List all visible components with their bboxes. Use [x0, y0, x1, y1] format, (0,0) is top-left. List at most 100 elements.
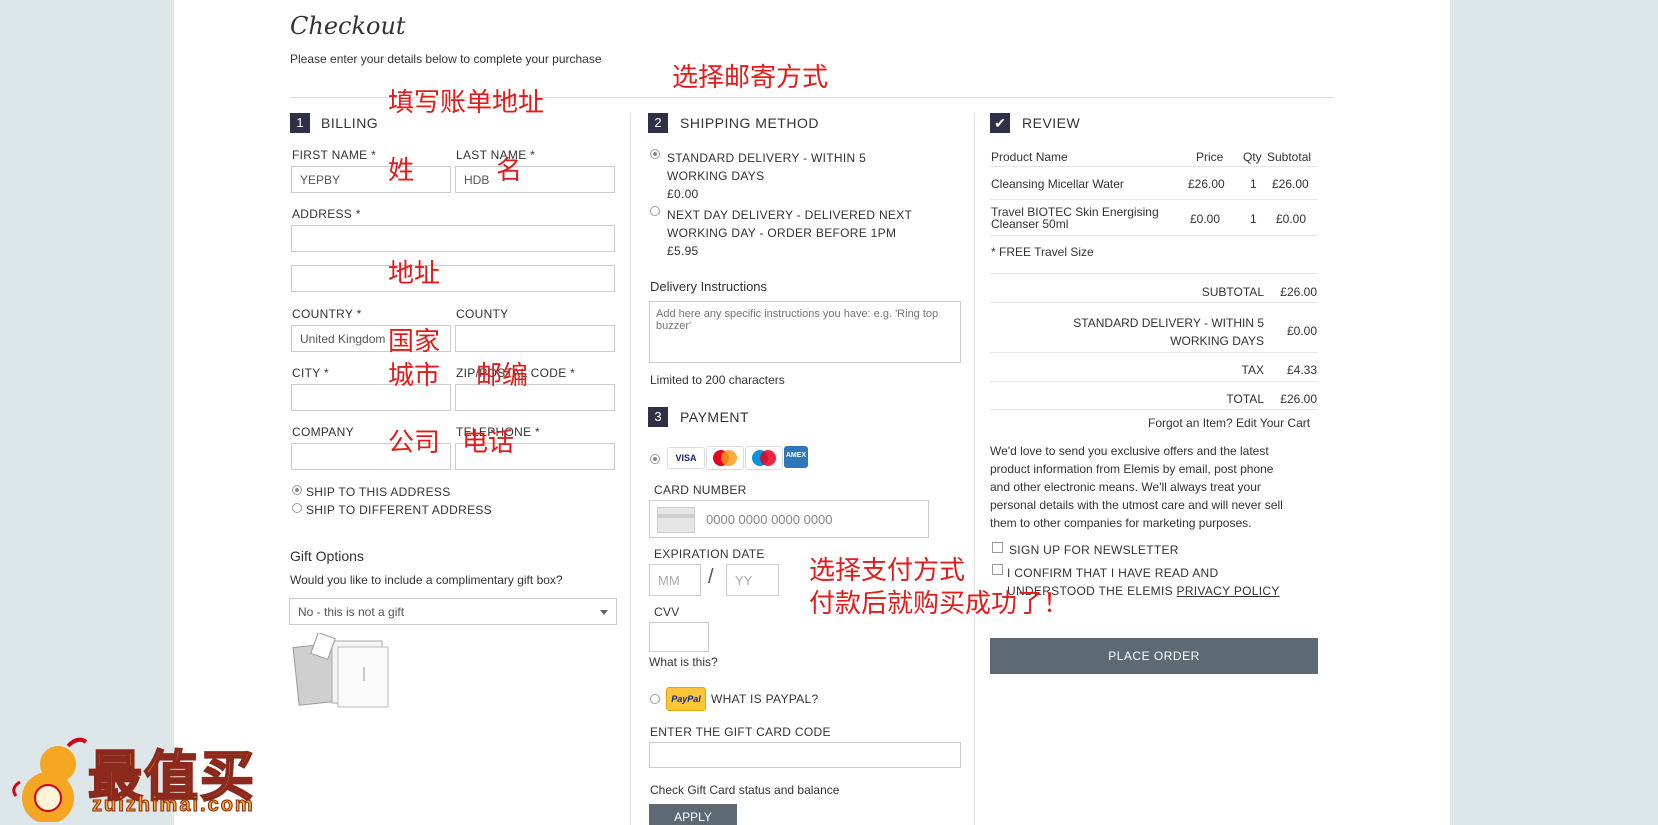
ship-different-radio[interactable] — [292, 503, 302, 513]
shipping-heading: SHIPPING METHOD — [680, 115, 819, 131]
apply-button[interactable]: APPLY — [649, 804, 737, 825]
what-is-paypal-link[interactable]: WHAT IS PAYPAL? — [711, 692, 818, 706]
forgot-item-text: Forgot an Item? — [1148, 416, 1237, 430]
delivery-instructions-field[interactable] — [649, 301, 961, 363]
column-subtotal: Subtotal — [1267, 150, 1312, 164]
item-1-name: Cleansing Micellar Water — [991, 177, 1124, 191]
annotation-address: 地址 — [388, 259, 441, 289]
address-line1-field[interactable] — [291, 225, 615, 252]
first-name-field[interactable]: YEPBY — [291, 166, 451, 193]
column-price: Price — [1196, 150, 1224, 164]
annotation-country: 国家 — [388, 327, 441, 357]
next-day-delivery-price: £5.95 — [667, 244, 699, 258]
card-number-placeholder: 0000 0000 0000 0000 — [706, 511, 833, 527]
subtotal-value: £26.00 — [1280, 285, 1317, 299]
expiry-year-field[interactable]: YY — [726, 564, 779, 596]
place-order-button[interactable]: PLACE ORDER — [990, 638, 1318, 674]
next-day-delivery-line1: NEXT DAY DELIVERY - DELIVERED NEXT — [667, 208, 913, 222]
gift-box-image — [292, 631, 392, 709]
subtotal-label: SUBTOTAL — [1201, 285, 1264, 299]
item-2-name: Travel BIOTEC Skin Energising Cleanser 5… — [991, 206, 1159, 230]
standard-delivery-price: £0.00 — [667, 187, 699, 201]
delivery-label-line2: WORKING DAYS — [1170, 334, 1264, 348]
annotation-choose-payment: 选择支付方式 — [809, 556, 966, 586]
payment-step-number: 3 — [648, 407, 668, 427]
table-divider — [990, 273, 1318, 274]
annotation-given-name: 名 — [496, 156, 523, 186]
expiration-date-label: EXPIRATION DATE — [654, 547, 765, 561]
what-is-cvv-link[interactable]: What is this? — [649, 655, 718, 669]
cvv-field[interactable] — [649, 622, 709, 652]
standard-delivery-radio[interactable] — [650, 149, 660, 159]
tax-label: TAX — [1241, 363, 1264, 377]
total-value: £26.00 — [1280, 392, 1317, 406]
annotation-phone: 电话 — [462, 428, 515, 458]
next-day-delivery-line2: WORKING DAY - ORDER BEFORE 1PM — [667, 226, 897, 240]
cvv-label: CVV — [654, 605, 680, 619]
table-divider — [990, 381, 1318, 382]
billing-heading: BILLING — [321, 115, 379, 131]
next-day-delivery-radio[interactable] — [650, 206, 660, 216]
payment-heading: PAYMENT — [680, 409, 750, 425]
delivery-label-line1: STANDARD DELIVERY - WITHIN 5 — [1073, 316, 1264, 330]
paypal-radio[interactable] — [650, 694, 660, 704]
annotation-surname: 姓 — [388, 156, 415, 186]
gift-card-status-link[interactable]: Check Gift Card status and balance — [650, 783, 839, 797]
company-label: COMPANY — [292, 425, 354, 439]
column-divider-1 — [630, 113, 631, 825]
edit-cart-link[interactable]: Edit Your Cart — [1236, 416, 1310, 430]
address-line2-field[interactable] — [291, 265, 615, 292]
column-product-name: Product Name — [991, 150, 1068, 164]
county-label: COUNTY — [456, 307, 509, 321]
expiry-slash: / — [708, 566, 714, 588]
tax-value: £4.33 — [1286, 363, 1317, 377]
gift-select[interactable]: No - this is not a gift — [289, 598, 617, 625]
delivery-instructions-label: Delivery Instructions — [650, 279, 768, 294]
watermark-url: zuizhimai.com — [92, 794, 255, 817]
credit-card-icon — [657, 507, 695, 533]
page-title: Checkout — [290, 12, 406, 40]
next-day-delivery-option[interactable]: NEXT DAY DELIVERY - DELIVERED NEXT WORKI… — [667, 206, 912, 260]
gourd-logo-icon — [12, 737, 88, 822]
newsletter-label: SIGN UP FOR NEWSLETTER — [1009, 543, 1179, 557]
last-name-field[interactable]: HDB — [455, 166, 615, 193]
free-travel-note: * FREE Travel Size — [991, 245, 1094, 259]
standard-delivery-option[interactable]: STANDARD DELIVERY - WITHIN 5 WORKING DAY… — [667, 149, 866, 203]
annotation-purchase-done: 付款后就购买成功了！ — [809, 589, 1070, 619]
country-label: COUNTRY * — [292, 307, 362, 321]
gift-options-heading: Gift Options — [290, 548, 364, 564]
table-divider — [990, 409, 1318, 410]
annotation-fill-billing: 填写账单地址 — [388, 88, 545, 118]
ship-same-radio[interactable] — [292, 485, 302, 495]
shipping-step-number: 2 — [648, 113, 668, 133]
privacy-policy-link[interactable]: PRIVACY POLICY — [1177, 584, 1280, 598]
city-label: CITY * — [292, 366, 329, 380]
first-name-label: FIRST NAME * — [292, 148, 377, 162]
county-field[interactable] — [455, 325, 615, 352]
maestro-icon — [745, 446, 783, 470]
ship-same-label: SHIP TO THIS ADDRESS — [306, 485, 451, 499]
address-label: ADDRESS * — [292, 207, 361, 221]
marketing-text: We'd love to send you exclusive offers a… — [990, 442, 1283, 532]
marketing-line: and other electronic means. We'll always… — [990, 480, 1261, 494]
review-check-icon: ✔ — [990, 113, 1010, 133]
expiry-month-field[interactable]: MM — [649, 564, 701, 596]
card-payment-radio[interactable] — [650, 454, 660, 464]
visa-icon: VISA — [667, 447, 705, 469]
table-divider — [990, 199, 1318, 200]
item-1-price: £26.00 — [1188, 177, 1225, 191]
checkout-page: Checkout Please enter your details below… — [174, 0, 1450, 825]
item-2-name-line2: Cleanser 50ml — [991, 217, 1069, 231]
delivery-label: STANDARD DELIVERY - WITHIN 5 WORKING DAY… — [1044, 314, 1264, 350]
gift-card-field[interactable] — [649, 742, 961, 768]
item-2-price: £0.00 — [1190, 212, 1221, 226]
newsletter-checkbox[interactable] — [992, 542, 1003, 553]
chevron-down-icon — [600, 610, 608, 615]
gift-question: Would you like to include a complimentar… — [290, 573, 563, 587]
privacy-confirm-checkbox[interactable] — [992, 564, 1003, 575]
character-limit-note: Limited to 200 characters — [650, 373, 785, 387]
forgot-item-row: Forgot an Item? Edit Your Cart — [1148, 416, 1310, 430]
privacy-confirm-line1: I CONFIRM THAT I HAVE READ AND — [1007, 566, 1219, 580]
annotation-city: 城市 — [388, 361, 441, 391]
annotation-postcode: 邮编 — [476, 361, 529, 391]
